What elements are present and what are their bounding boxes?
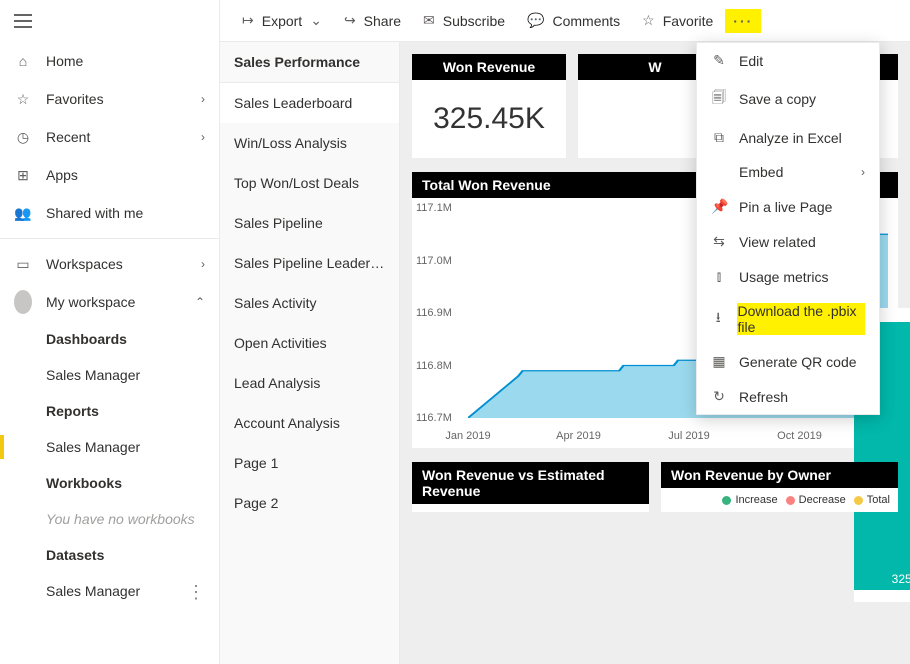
shared-icon: 👥 <box>14 204 32 222</box>
legend: IncreaseDecreaseTotal <box>661 488 898 512</box>
y-axis-tick: 116.8M <box>416 360 452 372</box>
workspaces-icon: ▭ <box>14 255 32 273</box>
chevron-down-icon: ⌄ <box>310 12 322 29</box>
my-workspace-nav[interactable]: My workspace ⌃ <box>0 283 219 321</box>
menu-icon: ⧉ <box>711 129 727 146</box>
sidebar-item-shared-with-me[interactable]: 👥Shared with me <box>0 194 219 232</box>
kpi-card[interactable]: Won Revenue325.45K <box>412 54 566 158</box>
comment-icon: 💬 <box>527 12 544 29</box>
menu-item-analyze-in-excel[interactable]: ⧉Analyze in Excel <box>697 120 879 155</box>
star-icon: ☆ <box>642 12 655 29</box>
export-icon: ↦ <box>242 12 254 29</box>
chart-block[interactable]: Won Revenue vs Estimated Revenue <box>412 462 649 512</box>
share-button[interactable]: ↪Share <box>334 6 411 35</box>
ellipsis-icon[interactable]: ⋮ <box>187 583 205 601</box>
chevron-up-icon: ⌃ <box>195 295 205 309</box>
sidebar: ⌂Home☆Favorites›◷Recent›⊞Apps👥Shared wit… <box>0 0 220 664</box>
sidebar-item-datasets-sales-manager[interactable]: Sales Manager ⋮ <box>0 573 219 611</box>
more-actions-menu: ✎Edit🗐Save a copy⧉Analyze in ExcelEmbed›… <box>696 42 880 415</box>
page-tab[interactable]: Top Won/Lost Deals <box>220 163 399 203</box>
more-actions-button[interactable]: ··· <box>725 9 761 33</box>
x-axis-tick: Oct 2019 <box>777 430 822 442</box>
apps-icon: ⊞ <box>14 166 32 184</box>
page-tab[interactable]: Lead Analysis <box>220 363 399 403</box>
pages-header: Sales Performance <box>220 42 399 83</box>
workbooks-header: Workbooks <box>0 465 219 501</box>
page-tab[interactable]: Page 1 <box>220 443 399 483</box>
star-icon: ☆ <box>14 90 32 108</box>
page-tab[interactable]: Sales Activity <box>220 283 399 323</box>
dashboards-header: Dashboards <box>0 321 219 357</box>
menu-icon: 📌 <box>711 198 727 215</box>
sidebar-item-apps[interactable]: ⊞Apps <box>0 156 219 194</box>
page-tab[interactable]: Sales Pipeline <box>220 203 399 243</box>
chevron-right-icon: › <box>201 92 205 106</box>
menu-icon: ↻ <box>711 388 727 405</box>
menu-item-view-related[interactable]: ⇆View related <box>697 224 879 259</box>
y-axis-tick: 117.1M <box>416 202 452 214</box>
subscribe-button[interactable]: ✉Subscribe <box>413 6 515 35</box>
chevron-right-icon: › <box>201 257 205 271</box>
my-workspace-label: My workspace <box>46 294 181 310</box>
reports-header: Reports <box>0 393 219 429</box>
menu-item-download-the-pbix-file[interactable]: ⭳Download the .pbix file <box>697 294 879 344</box>
menu-item-embed[interactable]: Embed› <box>697 155 879 189</box>
chevron-right-icon: › <box>861 165 865 179</box>
chevron-right-icon: › <box>201 130 205 144</box>
menu-icon: ▦ <box>711 353 727 370</box>
sidebar-item-recent[interactable]: ◷Recent› <box>0 118 219 156</box>
menu-icon: ⫾ <box>711 268 727 285</box>
page-tab[interactable]: Account Analysis <box>220 403 399 443</box>
export-button[interactable]: ↦Export⌄ <box>232 6 332 35</box>
home-icon: ⌂ <box>14 52 32 70</box>
chart-title: Won Revenue vs Estimated Revenue <box>412 462 649 504</box>
card-value: 325.45K <box>412 80 566 158</box>
toolbar: ↦Export⌄ ↪Share ✉Subscribe 💬Comments ☆Fa… <box>220 0 910 42</box>
menu-item-save-a-copy[interactable]: 🗐Save a copy <box>697 78 879 120</box>
card-title: Won Revenue <box>412 54 566 80</box>
y-axis-tick: 116.9M <box>416 307 452 319</box>
menu-icon: ⭳ <box>711 307 725 331</box>
x-axis-tick: Jul 2019 <box>668 430 710 442</box>
menu-icon: 🗐 <box>711 87 727 111</box>
workspaces-label: Workspaces <box>46 256 187 272</box>
share-icon: ↪ <box>344 12 356 29</box>
menu-item-refresh[interactable]: ↻Refresh <box>697 379 879 414</box>
menu-item-pin-a-live-page[interactable]: 📌Pin a live Page <box>697 189 879 224</box>
workspaces-nav[interactable]: ▭ Workspaces › <box>0 245 219 283</box>
menu-toggle[interactable] <box>0 6 219 36</box>
page-tab[interactable]: Sales Leaderboard <box>220 83 399 123</box>
y-axis-tick: 117.0M <box>416 255 452 267</box>
chart-title: Won Revenue by Owner <box>661 462 898 488</box>
page-tab[interactable]: Open Activities <box>220 323 399 363</box>
comments-button[interactable]: 💬Comments <box>517 6 630 35</box>
menu-icon: ✎ <box>711 52 727 69</box>
page-tab[interactable]: Sales Pipeline Leaderbo… <box>220 243 399 283</box>
bar-label: 325.45K <box>854 572 910 586</box>
clock-icon: ◷ <box>14 128 32 146</box>
sidebar-item-home[interactable]: ⌂Home <box>0 42 219 80</box>
mail-icon: ✉ <box>423 12 435 29</box>
favorite-button[interactable]: ☆Favorite <box>632 6 723 35</box>
datasets-header: Datasets <box>0 537 219 573</box>
menu-icon: ⇆ <box>711 233 727 250</box>
workbooks-empty: You have no workbooks <box>0 501 219 537</box>
y-axis-tick: 116.7M <box>416 412 452 424</box>
avatar <box>14 293 32 311</box>
x-axis-tick: Apr 2019 <box>556 430 601 442</box>
sidebar-item-reports-sales-manager[interactable]: Sales Manager <box>0 429 219 465</box>
pages-pane: Sales Performance Sales LeaderboardWin/L… <box>220 42 400 664</box>
page-tab[interactable]: Win/Loss Analysis <box>220 123 399 163</box>
sidebar-item-favorites[interactable]: ☆Favorites› <box>0 80 219 118</box>
menu-item-edit[interactable]: ✎Edit <box>697 43 879 78</box>
x-axis-tick: Jan 2019 <box>445 430 490 442</box>
page-tab[interactable]: Page 2 <box>220 483 399 523</box>
menu-item-generate-qr-code[interactable]: ▦Generate QR code <box>697 344 879 379</box>
menu-item-usage-metrics[interactable]: ⫾Usage metrics <box>697 259 879 294</box>
sidebar-item-dashboards-sales-manager[interactable]: Sales Manager <box>0 357 219 393</box>
chart-block[interactable]: Won Revenue by OwnerIncreaseDecreaseTota… <box>661 462 898 512</box>
content: ↦Export⌄ ↪Share ✉Subscribe 💬Comments ☆Fa… <box>220 0 910 664</box>
